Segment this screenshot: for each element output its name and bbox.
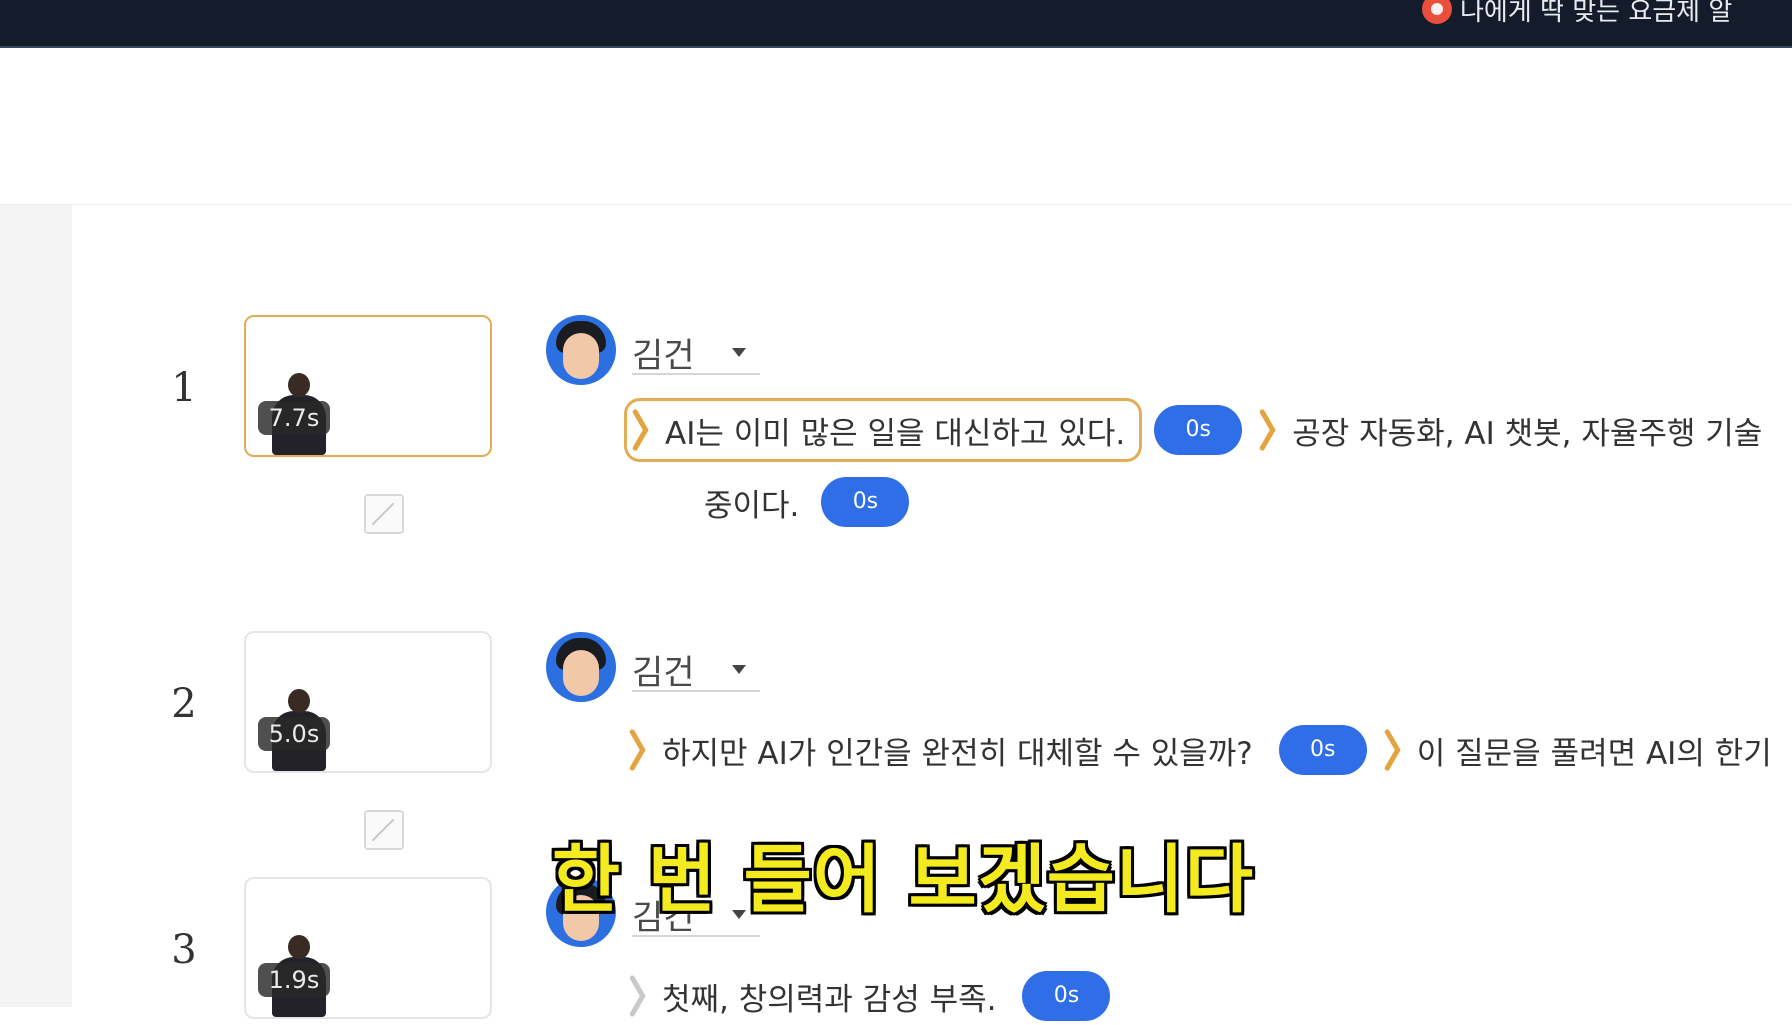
segment-text[interactable]: 이 질문을 풀려면 AI의 한기 [1417,728,1772,773]
segment-marker-icon [1260,408,1282,452]
speaker-avatar[interactable] [546,632,616,702]
script-segment[interactable]: 공장 자동화, AI 챗봇, 자율주행 기술 [1254,401,1776,459]
duration-badge: 1.9s [258,963,330,997]
segment-marker-icon [630,728,652,772]
video-subtitle: 한 번 들어 보겠습니다 [552,837,1255,923]
row-number: 3 [171,927,197,973]
left-panel [0,205,72,1007]
segment-text[interactable]: AI는 이미 많은 일을 대신하고 있다. [665,408,1125,453]
scene-thumbnail[interactable]: 1.9s [244,877,492,1019]
segment-text[interactable]: 첫째, 창의력과 감성 부족. [662,974,996,1019]
script-segment[interactable]: 하지만 AI가 인간을 완전히 대체할 수 있을까? [624,721,1267,779]
duration-badge: 5.0s [258,717,330,751]
row-number: 2 [171,681,197,727]
edit-icon[interactable] [364,810,404,850]
script-line: 첫째, 창의력과 감성 부족. 0s [624,967,1122,1025]
segment-text[interactable]: 하지만 AI가 인간을 완전히 대체할 수 있을까? [662,728,1253,773]
script-line: AI는 이미 많은 일을 대신하고 있다. 0s 공장 자동화, AI 챗봇, … [624,398,1776,462]
speaker-select[interactable]: 김건 [632,331,760,376]
script-line: 중이다. 0s [704,473,921,531]
chevron-down-icon [732,347,746,357]
script-segment[interactable]: 첫째, 창의력과 감성 부족. [624,967,1010,1025]
row-number: 1 [171,365,197,411]
speaker-select[interactable]: 김건 [632,648,760,693]
scene-thumbnail[interactable]: 7.7s [244,315,492,457]
search-icon [1422,0,1452,24]
segment-marker-icon [1385,728,1407,772]
speaker-name: 김건 [632,652,695,693]
segment-marker-icon [633,408,655,452]
pause-button[interactable]: 0s [821,477,910,527]
chevron-down-icon [732,664,746,674]
scene-thumbnail[interactable]: 5.0s [244,631,492,773]
segment-text[interactable]: 공장 자동화, AI 챗봇, 자율주행 기술 [1292,408,1762,453]
pricing-promo-link[interactable]: 나에게 딱 맞는 요금제 알 [1422,0,1733,27]
speaker-avatar[interactable] [546,315,616,385]
script-segment[interactable]: AI는 이미 많은 일을 대신하고 있다. [624,398,1143,462]
pause-button[interactable]: 0s [1278,725,1367,775]
pricing-promo-text: 나에게 딱 맞는 요금제 알 [1460,0,1733,27]
segment-text[interactable]: 중이다. [704,480,799,525]
duration-badge: 7.7s [258,401,330,435]
top-bar: 나에게 딱 맞는 요금제 알 [0,0,1792,48]
script-line: 하지만 AI가 인간을 완전히 대체할 수 있을까? 0s 이 질문을 풀려면 … [624,721,1786,779]
edit-icon[interactable] [364,494,404,534]
pause-button[interactable]: 0s [1154,405,1243,455]
toolbar-area [0,48,1792,205]
speaker-name: 김건 [632,335,695,376]
script-segment[interactable]: 이 질문을 풀려면 AI의 한기 [1379,721,1786,779]
segment-marker-icon [630,974,652,1018]
pause-button[interactable]: 0s [1022,971,1111,1021]
